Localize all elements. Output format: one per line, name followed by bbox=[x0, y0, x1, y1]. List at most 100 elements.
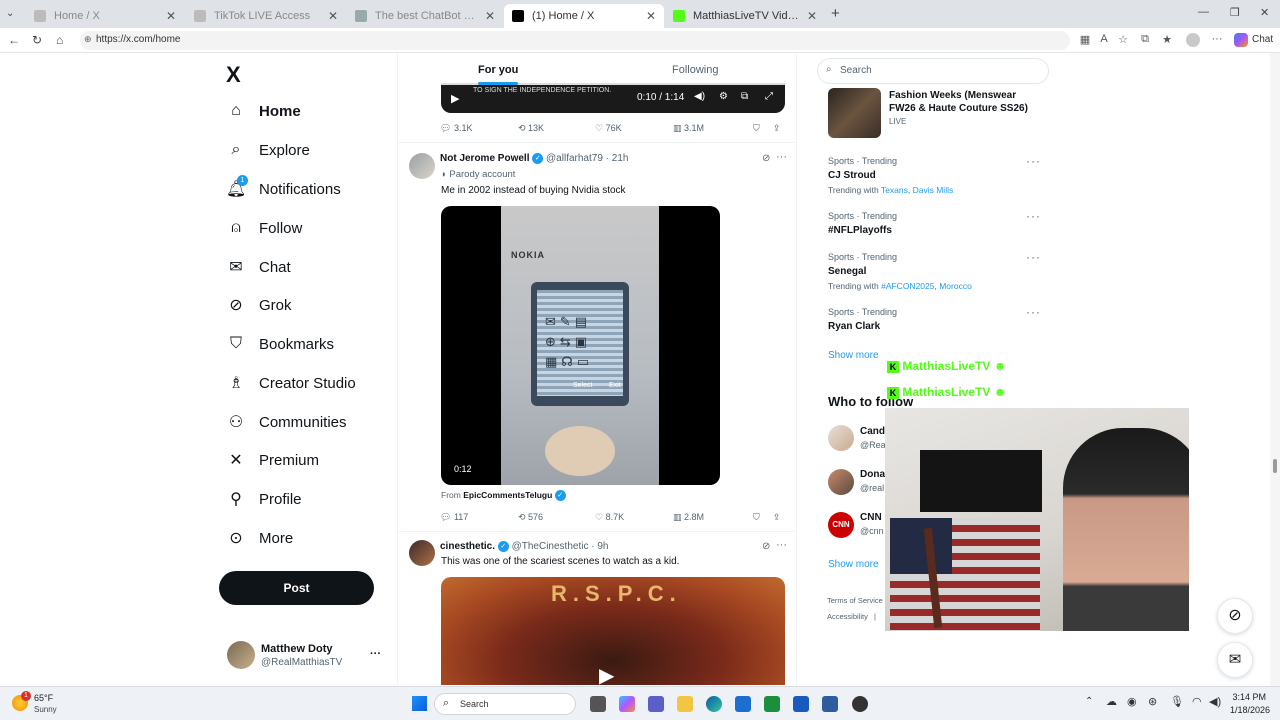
source-account[interactable]: EpicCommentsTelugu bbox=[463, 490, 552, 500]
close-icon[interactable]: ✕ bbox=[485, 9, 495, 23]
volume-icon[interactable]: ◀) bbox=[694, 91, 705, 102]
favorite-star-icon[interactable]: ☆ bbox=[1116, 33, 1130, 47]
like-button[interactable]: ♡ 8.7K bbox=[595, 512, 624, 523]
tab-for-you[interactable]: For you bbox=[478, 64, 518, 76]
tray-app-icon[interactable]: ⊛ bbox=[1148, 695, 1157, 708]
copilot-app-icon[interactable] bbox=[619, 696, 635, 712]
favorites-icon[interactable]: ★ bbox=[1160, 33, 1174, 47]
wifi-icon[interactable]: ◠ bbox=[1192, 695, 1202, 708]
trend-item[interactable]: Sports · Trending CJ Stroud Trending wit… bbox=[828, 156, 953, 195]
pip-icon[interactable]: ⧉ bbox=[741, 91, 748, 102]
search-input[interactable]: ⌕ Search bbox=[817, 58, 1049, 84]
site-info-icon[interactable]: ⊕ bbox=[84, 34, 92, 45]
reply-button[interactable]: 💬︎ 117 bbox=[440, 512, 468, 523]
live-event-title[interactable]: Fashion Weeks (Menswear FW26 & Haute Cou… bbox=[889, 89, 1039, 115]
live-event-thumbnail[interactable] bbox=[828, 88, 881, 138]
browser-tab-active[interactable]: (1) Home / X ✕ bbox=[504, 4, 664, 28]
scrollbar-thumb[interactable] bbox=[1273, 459, 1277, 473]
views-button[interactable]: ▥ 2.8M bbox=[673, 512, 704, 523]
minimize-icon[interactable]: — bbox=[1198, 6, 1209, 18]
nav-grok[interactable]: ⊘ Grok bbox=[226, 290, 291, 320]
weather-sun-icon[interactable]: 1 bbox=[12, 691, 31, 711]
more-options-icon[interactable]: ··· bbox=[1026, 209, 1041, 223]
cnn-logo-avatar[interactable]: CNN bbox=[828, 512, 854, 538]
grok-icon[interactable]: ⊘ bbox=[1217, 598, 1253, 634]
nav-follow[interactable]: ⍝ Follow bbox=[226, 213, 302, 243]
nav-creator-studio[interactable]: ♗ Creator Studio bbox=[226, 368, 356, 398]
url-field[interactable]: ⊕ https://x.com/home bbox=[80, 31, 1070, 50]
grok-icon[interactable]: ⊘ bbox=[762, 153, 770, 164]
post-button[interactable]: Post bbox=[219, 571, 374, 605]
more-options-icon[interactable]: ··· bbox=[1026, 154, 1041, 168]
browser-tab[interactable]: MatthiasLiveTV Videos - Watch On ✕ bbox=[665, 4, 825, 28]
author-handle[interactable]: @TheCinesthetic bbox=[512, 541, 589, 552]
nav-communities[interactable]: ⚇ Communities bbox=[226, 407, 347, 437]
trend-item[interactable]: Sports · Trending Ryan Clark bbox=[828, 307, 897, 332]
close-icon[interactable]: ✕ bbox=[166, 9, 176, 23]
tab-following[interactable]: Following bbox=[672, 64, 718, 76]
avatar[interactable] bbox=[828, 425, 854, 451]
reply-button[interactable]: 💬︎ 3.1K bbox=[440, 123, 472, 134]
nav-more[interactable]: ⊙ More bbox=[226, 523, 293, 553]
store-icon[interactable] bbox=[735, 696, 751, 712]
follow-suggestion-name[interactable]: Dona bbox=[860, 469, 885, 480]
edge-browser-icon[interactable] bbox=[706, 696, 722, 712]
follow-suggestion-name[interactable]: Cand bbox=[860, 426, 885, 437]
avatar[interactable] bbox=[409, 153, 435, 179]
clock-date[interactable]: 1/18/2026 bbox=[1224, 705, 1270, 715]
trend-link[interactable]: Davis Mills bbox=[913, 185, 954, 195]
avatar[interactable] bbox=[227, 641, 255, 669]
trend-link[interactable]: Texans bbox=[881, 185, 908, 195]
tray-app-icon[interactable]: ◉ bbox=[1127, 695, 1137, 708]
video-player[interactable]: TO SIGN THE INDEPENDENCE PETITION. ▶ 0:1… bbox=[441, 83, 785, 113]
tray-app-icon[interactable]: ☁ bbox=[1106, 695, 1117, 708]
bookmark-icon[interactable]: ⛉ bbox=[753, 123, 760, 134]
author-name[interactable]: Not Jerome Powell bbox=[440, 153, 529, 164]
views-button[interactable]: ▥ 3.1M bbox=[673, 123, 704, 134]
more-options-icon[interactable]: ··· bbox=[776, 151, 787, 163]
more-options-icon[interactable]: ··· bbox=[776, 539, 787, 551]
volume-icon[interactable]: ◀) bbox=[1209, 695, 1221, 708]
more-options-icon[interactable]: ··· bbox=[1026, 305, 1041, 319]
taskbar-search-input[interactable]: ⌕ Search bbox=[434, 693, 576, 715]
show-more-follow-link[interactable]: Show more bbox=[828, 559, 879, 570]
weather-temp[interactable]: 65°F bbox=[34, 693, 53, 703]
close-window-icon[interactable]: ✕ bbox=[1260, 6, 1269, 19]
post-video[interactable]: NOKIA ✉✎▤ ⊕⇆▣ ▦☊▭ Select Exit 0:12 bbox=[441, 206, 720, 485]
post-time[interactable]: · 21h bbox=[606, 153, 629, 164]
play-icon[interactable]: ▶ bbox=[599, 663, 614, 685]
trend-item[interactable]: Sports · Trending #NFLPlayoffs bbox=[828, 211, 897, 236]
word-icon[interactable] bbox=[793, 696, 809, 712]
share-icon[interactable]: ⇪ bbox=[773, 512, 781, 523]
account-name[interactable]: Matthew Doty bbox=[261, 643, 333, 655]
refresh-icon[interactable]: ↻ bbox=[32, 33, 42, 47]
avatar[interactable] bbox=[409, 540, 435, 566]
browser-tab[interactable]: Home / X ✕ bbox=[26, 4, 184, 28]
nav-explore[interactable]: ⌕ Explore bbox=[226, 135, 310, 165]
fullscreen-icon[interactable]: ⤢ bbox=[765, 91, 773, 102]
new-tab-button[interactable]: + bbox=[831, 5, 840, 22]
profile-avatar-icon[interactable] bbox=[1186, 33, 1200, 47]
browser-tab[interactable]: TikTok LIVE Access ✕ bbox=[186, 4, 346, 28]
home-browser-icon[interactable]: ⌂ bbox=[56, 33, 63, 47]
nav-bookmarks[interactable]: ⛉ Bookmarks bbox=[226, 329, 334, 359]
show-more-trends-link[interactable]: Show more bbox=[828, 350, 879, 361]
repost-button[interactable]: ⟲ 576 bbox=[518, 512, 543, 523]
back-icon[interactable]: ← bbox=[8, 33, 20, 47]
repost-button[interactable]: ⟲ 13K bbox=[518, 123, 544, 134]
extensions-icon[interactable]: ⧉ bbox=[1138, 33, 1152, 47]
scrollbar[interactable] bbox=[1270, 53, 1280, 686]
nav-profile[interactable]: ⚲ Profile bbox=[226, 484, 301, 514]
footer-accessibility-link[interactable]: Accessibility | bbox=[827, 612, 876, 621]
post-video[interactable]: R.S.P.C. ▶ bbox=[441, 577, 785, 685]
post-time[interactable]: · 9h bbox=[591, 541, 608, 552]
nav-chat[interactable]: ✉ Chat bbox=[226, 252, 290, 282]
footer-terms-link[interactable]: Terms of Service bbox=[827, 596, 883, 605]
file-explorer-icon[interactable] bbox=[677, 696, 693, 712]
tray-chevron-icon[interactable]: ⌃ bbox=[1085, 696, 1093, 707]
follow-suggestion-name[interactable]: CNN bbox=[860, 512, 882, 523]
trend-link[interactable]: #AFCON2025 bbox=[881, 281, 934, 291]
nav-notifications[interactable]: 🔔︎ 1 Notifications bbox=[226, 174, 341, 204]
more-options-icon[interactable]: ··· bbox=[1026, 250, 1041, 264]
nav-home[interactable]: ⌂ Home bbox=[226, 96, 301, 126]
